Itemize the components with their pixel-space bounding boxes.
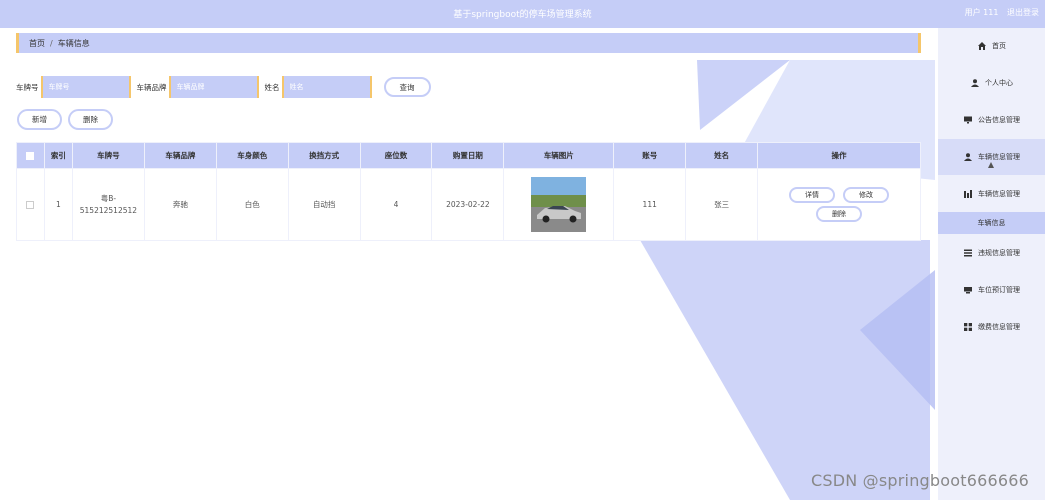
breadcrumb: 首页 / 车辆信息 (16, 33, 921, 53)
grid-icon (963, 322, 973, 332)
cell-ops: 详情 修改 删除 (757, 168, 921, 241)
cell-account: 111 (613, 168, 687, 241)
row-actions: 详情 修改 删除 (758, 187, 920, 222)
sidebar-item-label: 缴费信息管理 (978, 323, 1020, 331)
column-header-name: 姓名 (685, 142, 759, 169)
name-input[interactable] (281, 76, 372, 98)
plate-input[interactable] (40, 76, 131, 98)
sidebar-item-vehicle[interactable]: 车辆信息管理 (938, 176, 1045, 212)
sidebar-item-profile[interactable]: 个人中心 (938, 65, 1045, 101)
sidebar-item-label: 公告信息管理 (978, 116, 1020, 124)
search-button[interactable]: 查询 (383, 77, 431, 97)
card-icon (963, 285, 973, 295)
sidebar-item-label: 车位预订管理 (978, 286, 1020, 294)
add-button[interactable]: 新增 (17, 109, 62, 130)
sidebar-item-vehicle-user[interactable]: 车辆信息管理 (938, 139, 1045, 175)
user-label: 用户 111 (964, 8, 999, 17)
sidebar-item-label: 车辆信息管理 (978, 190, 1020, 198)
logout-link[interactable]: 退出登录 (1007, 8, 1039, 17)
plate-label: 车牌号 (16, 82, 39, 92)
monitor-icon (963, 115, 973, 125)
breadcrumb-separator: / (50, 38, 53, 48)
cell-plate: 粤B-515212512512 (71, 168, 145, 241)
delete-button[interactable]: 删除 (68, 109, 113, 130)
column-header-plate: 车牌号 (71, 142, 145, 169)
detail-button[interactable]: 详情 (789, 187, 836, 203)
cell-seats: 4 (359, 168, 433, 241)
brand-label: 车辆品牌 (136, 82, 167, 92)
sidebar-item-notice[interactable]: 公告信息管理 (938, 102, 1045, 138)
user-icon (970, 78, 980, 88)
sidebar-item-violation[interactable]: 违规信息管理 (938, 235, 1045, 271)
cell-gear: 自动挡 (287, 168, 361, 241)
column-header-date: 购置日期 (431, 142, 505, 169)
cell-color: 白色 (215, 168, 289, 241)
row-actions-top: 详情 修改 (789, 187, 890, 203)
sidebar-subitem-vehicle-info[interactable]: 车辆信息 (938, 212, 1045, 234)
sidebar-item-label: 个人中心 (985, 79, 1013, 87)
breadcrumb-home[interactable]: 首页 (29, 38, 45, 49)
list-icon (963, 248, 973, 258)
brand-input[interactable] (168, 76, 259, 98)
select-all-checkbox[interactable] (26, 152, 35, 160)
select-all-cell[interactable] (16, 142, 45, 169)
bar-chart-icon (963, 189, 973, 199)
table-row: 1 粤B-515212512512 奔驰 白色 自动挡 4 2023-02-22 (16, 168, 921, 241)
row-checkbox[interactable] (26, 200, 35, 209)
column-header-brand: 车辆品牌 (143, 142, 217, 169)
column-header-seats: 座位数 (359, 142, 433, 169)
edit-button[interactable]: 修改 (843, 187, 890, 203)
cell-name: 张三 (685, 168, 759, 241)
watermark: CSDN @springboot666666 (810, 471, 1029, 490)
column-header-gear: 换挡方式 (287, 142, 361, 169)
sidebar-item-home[interactable]: 首页 (938, 28, 1045, 64)
column-header-index: 索引 (43, 142, 73, 169)
sidebar-item-label: 首页 (992, 42, 1006, 50)
sidebar-item-label: 违规信息管理 (978, 249, 1020, 257)
search-form: 车牌号 车辆品牌 姓名 查询 (16, 76, 431, 98)
user-area: 用户 111 退出登录 (965, 7, 1039, 18)
cell-index: 1 (43, 168, 73, 241)
system-title: 基于springboot的停车场管理系统 (453, 10, 592, 20)
cell-brand: 奔驰 (143, 168, 217, 241)
sidebar-item-payment[interactable]: 缴费信息管理 (938, 309, 1045, 345)
cell-date: 2023-02-22 (431, 168, 505, 241)
column-header-account: 账号 (613, 142, 687, 169)
column-header-color: 车身颜色 (215, 142, 289, 169)
name-label: 姓名 (264, 82, 280, 92)
column-header-ops: 操作 (757, 142, 921, 169)
top-bar: 基于springboot的停车场管理系统 用户 111 退出登录 (0, 0, 1045, 28)
column-header-image: 车辆图片 (503, 142, 615, 169)
table-header-row: 索引 车牌号 车辆品牌 车身颜色 换挡方式 座位数 购置日期 车辆图片 账号 姓… (16, 142, 921, 169)
cell-image (503, 168, 615, 241)
background-decoration (0, 0, 1045, 500)
row-delete-button[interactable]: 删除 (816, 206, 863, 222)
sidebar: 首页 个人中心 公告信息管理 车辆信息管理 车辆信息管理 车辆信息 违规信息管理… (938, 28, 1045, 500)
user-icon (963, 152, 973, 162)
vehicle-table: 索引 车牌号 车辆品牌 车身颜色 换挡方式 座位数 购置日期 车辆图片 账号 姓… (16, 142, 921, 241)
breadcrumb-current: 车辆信息 (57, 38, 90, 48)
action-bar: 新增 删除 (17, 109, 113, 130)
sidebar-item-label: 车辆信息管理 (978, 153, 1020, 161)
row-select-cell[interactable] (16, 168, 45, 241)
car-photo (531, 177, 587, 232)
home-icon (977, 41, 987, 51)
sidebar-item-booking[interactable]: 车位预订管理 (938, 272, 1045, 308)
